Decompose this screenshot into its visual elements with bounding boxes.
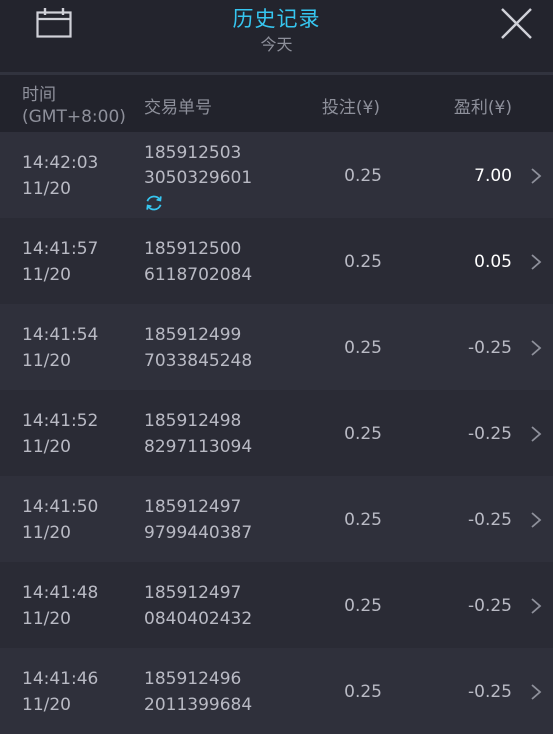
row-date: 11/20 xyxy=(22,179,71,199)
row-order-number-part2: 3050329601 xyxy=(144,168,253,188)
refresh-icon xyxy=(146,195,162,211)
column-header-bet: 投注(¥) xyxy=(321,98,380,118)
row-order-number-part1: 185912503 xyxy=(144,143,242,163)
row-bet: 0.25 xyxy=(344,166,382,186)
row-bet: 0.25 xyxy=(344,596,382,616)
table-row[interactable]: 14:41:46 11/20 185912496 2011399684 0.25… xyxy=(0,648,553,734)
row-order-number-part2: 7033845248 xyxy=(144,351,253,371)
table-row[interactable]: 14:41:54 11/20 185912499 7033845248 0.25… xyxy=(0,304,553,390)
top-bar: 历史记录 今天 xyxy=(0,0,553,72)
table-header: 时间 (GMT+8:00) 交易单号 投注(¥) 盈利(¥) xyxy=(0,75,553,132)
row-order-number-part1: 185912497 xyxy=(144,497,242,517)
column-header-time: 时间 xyxy=(22,85,56,105)
close-icon xyxy=(501,8,532,39)
chevron-right-icon xyxy=(531,168,542,184)
chevron-right-icon xyxy=(531,254,542,270)
table-row[interactable]: 14:41:50 11/20 185912497 9799440387 0.25… xyxy=(0,476,553,562)
close-button[interactable] xyxy=(500,7,533,40)
row-order-number-part1: 185912498 xyxy=(144,411,242,431)
row-order-number-part2: 6118702084 xyxy=(144,265,253,285)
row-profit: 7.00 xyxy=(474,166,512,186)
row-date: 11/20 xyxy=(22,437,71,457)
table-row[interactable]: 14:41:52 11/20 185912498 8297113094 0.25… xyxy=(0,390,553,476)
chevron-right-icon xyxy=(531,426,542,442)
row-time: 14:41:57 xyxy=(22,239,99,259)
row-profit: -0.25 xyxy=(468,596,512,616)
row-order-number-part2: 9799440387 xyxy=(144,523,253,543)
row-profit: 0.05 xyxy=(474,252,512,272)
column-header-profit: 盈利(¥) xyxy=(453,98,512,118)
page-subtitle: 今天 xyxy=(260,35,293,54)
row-date: 11/20 xyxy=(22,351,71,371)
row-order-number-part2: 0840402432 xyxy=(144,609,253,629)
row-order-number-part1: 185912497 xyxy=(144,583,242,603)
row-date: 11/20 xyxy=(22,609,71,629)
row-bet: 0.25 xyxy=(344,338,382,358)
page-title: 历史记录 xyxy=(232,7,321,31)
row-bet: 0.25 xyxy=(344,682,382,702)
chevron-right-icon xyxy=(531,598,542,614)
row-date: 11/20 xyxy=(22,265,71,285)
row-bet: 0.25 xyxy=(344,252,382,272)
row-order-number-part1: 185912496 xyxy=(144,669,242,689)
chevron-right-icon xyxy=(531,684,542,700)
row-order-number-part2: 8297113094 xyxy=(144,437,253,457)
row-time: 14:41:52 xyxy=(22,411,99,431)
table-row[interactable]: 14:41:57 11/20 185912500 6118702084 0.25… xyxy=(0,218,553,304)
table-row[interactable]: 14:42:03 11/20 185912503 3050329601 0.25… xyxy=(0,132,553,218)
row-time: 14:42:03 xyxy=(22,153,99,173)
row-date: 11/20 xyxy=(22,695,71,715)
row-profit: -0.25 xyxy=(468,338,512,358)
row-profit: -0.25 xyxy=(468,510,512,530)
row-date: 11/20 xyxy=(22,523,71,543)
row-time: 14:41:50 xyxy=(22,497,99,517)
row-bet: 0.25 xyxy=(344,424,382,444)
row-profit: -0.25 xyxy=(468,682,512,702)
chevron-right-icon xyxy=(531,340,542,356)
row-time: 14:41:46 xyxy=(22,669,99,689)
table-row[interactable]: 14:41:48 11/20 185912497 0840402432 0.25… xyxy=(0,562,553,648)
row-order-number-part1: 185912499 xyxy=(144,325,242,345)
column-header-order: 交易单号 xyxy=(144,98,212,118)
row-time: 14:41:54 xyxy=(22,325,99,345)
column-header-timezone: (GMT+8:00) xyxy=(22,107,126,127)
row-profit: -0.25 xyxy=(468,424,512,444)
row-order-number-part2: 2011399684 xyxy=(144,695,253,715)
row-bet: 0.25 xyxy=(344,510,382,530)
chevron-right-icon xyxy=(531,512,542,528)
history-list: 14:42:03 11/20 185912503 3050329601 0.25… xyxy=(0,132,553,734)
row-time: 14:41:48 xyxy=(22,583,99,603)
row-order-number-part1: 185912500 xyxy=(144,239,242,259)
